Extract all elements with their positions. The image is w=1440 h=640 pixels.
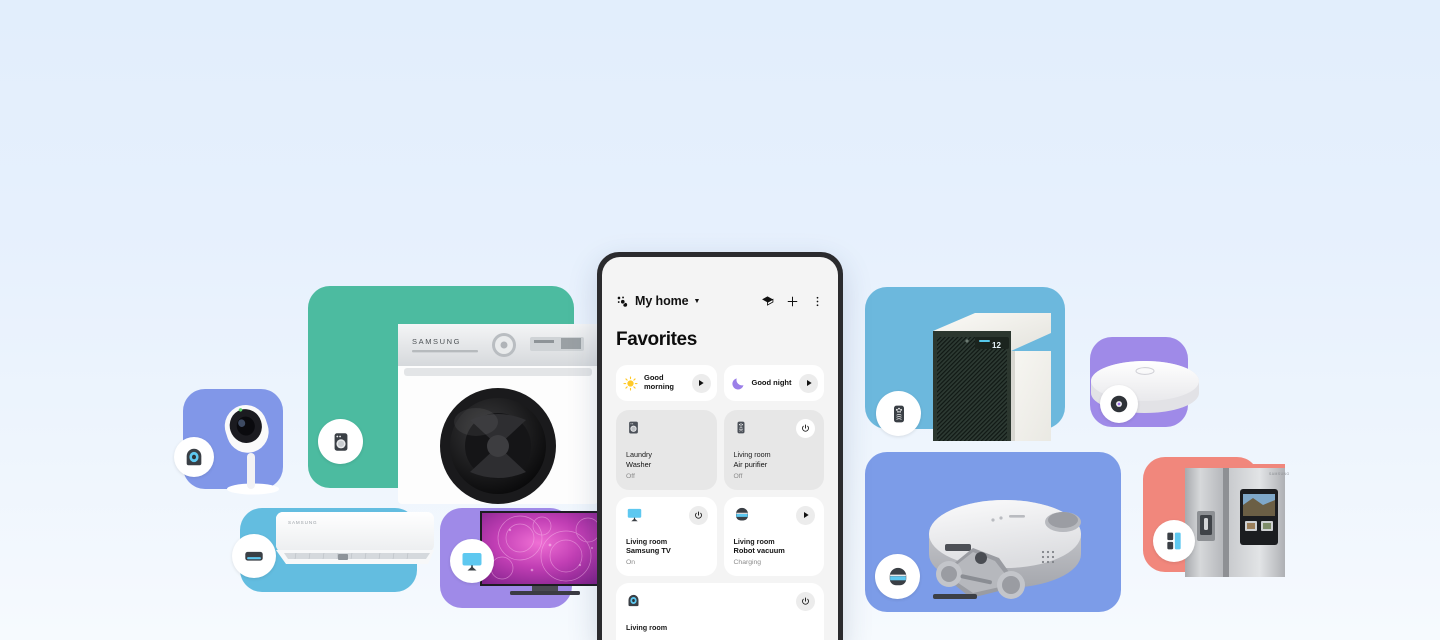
tile-badge-washer[interactable] [318,419,363,464]
product-tile-air-conditioner[interactable]: SAMSUNG [232,508,434,592]
power-icon [802,424,809,432]
device-room: Living room [733,536,775,546]
sun-icon [623,375,638,391]
svg-text:SAMSUNG: SAMSUNG [1269,472,1290,476]
device-card-robot-vacuum[interactable]: Living room Robot vacuum Charging [723,496,824,577]
product-tile-air-purifier[interactable]: 12 [865,287,1065,441]
device-card-air-purifier[interactable]: Living room Air purifier Off [723,410,824,490]
air-purifier-product-photo: 12 [933,313,1051,441]
scene-card-good-night[interactable]: Good night [723,365,824,401]
tile-badge-camera[interactable] [174,437,214,477]
camera-icon [626,592,815,614]
device-grid: Laundry Washer Off Living room Air purif… [602,401,838,640]
product-tile-washer[interactable]: SAMSUNG [308,286,598,504]
smartthings-logo-icon [616,295,629,308]
device-state: Off [733,472,743,480]
scene-label: Good morning [644,373,674,391]
device-room: Laundry [626,450,652,459]
air-purifier-icon [893,405,904,422]
device-room: Living room [626,536,668,546]
robot-vacuum-product-photo [929,500,1081,599]
tv-icon [462,553,482,571]
device-state: On [626,559,636,567]
washer-icon [334,432,347,451]
device-state: Charging [733,559,762,567]
device-name: Washer [626,459,652,469]
app-header: My home ▼ [602,257,838,315]
device-state: Off [626,472,635,480]
power-icon [802,597,809,606]
product-tile-camera[interactable] [174,389,283,495]
hub-icon [1110,395,1128,413]
device-room: Living room [733,450,771,459]
scenes-row: Good morning Good night [602,351,838,401]
device-name: Samsung TV [626,546,671,556]
refrigerator-icon [1167,532,1181,550]
washer-icon [626,419,708,441]
product-tile-hub[interactable] [1090,337,1199,427]
camera-product-photo [224,405,279,495]
camera-icon [186,448,202,466]
air-conditioner-icon [245,551,263,561]
plus-icon[interactable] [786,295,799,308]
chevron-down-icon[interactable]: ▼ [693,298,700,305]
device-name: Air purifier [733,459,768,469]
play-icon[interactable] [691,373,711,393]
section-title-favorites: Favorites [616,329,697,350]
moon-icon [731,376,746,391]
map-view-icon[interactable] [761,295,774,308]
svg-text:SAMSUNG: SAMSUNG [412,337,461,346]
power-button-samsung-tv[interactable] [688,505,708,525]
play-icon[interactable] [799,373,818,393]
phone-mockup: My home ▼ Favorites Good morning Good ni… [597,252,843,640]
power-icon [694,511,702,519]
scene-card-good-morning[interactable]: Good morning [616,365,717,401]
tile-badge-robot-vacuum[interactable] [875,554,920,599]
more-vertical-icon[interactable] [811,295,824,308]
tile-badge-air-conditioner[interactable] [232,534,276,578]
svg-text:SAMSUNG: SAMSUNG [288,520,318,525]
power-button-air-purifier[interactable] [796,419,815,438]
product-tile-refrigerator[interactable]: SAMSUNG [1143,457,1289,577]
tile-badge-hub[interactable] [1100,385,1138,423]
device-card-washer[interactable]: Laundry Washer Off [616,410,717,490]
device-name: Robot vacuum [733,546,785,556]
device-card-samsung-tv[interactable]: Living room Samsung TV On [616,496,717,577]
product-tile-tv[interactable] [440,508,610,608]
tile-badge-air-purifier[interactable] [876,391,921,436]
play-button-robot-vacuum[interactable] [796,505,815,525]
device-card-camera[interactable]: Living room [616,583,824,640]
tile-badge-tv[interactable] [450,539,494,583]
home-name-label[interactable]: My home [635,294,689,308]
scene-label: Good night [751,377,792,387]
svg-text:12: 12 [992,341,1001,350]
device-room: Living room [626,623,668,633]
product-tile-robot-vacuum[interactable] [865,452,1121,612]
tile-badge-refrigerator[interactable] [1153,520,1195,562]
play-icon [803,512,809,519]
scene-canvas: SAMSUNG SAMSUNG 12 SAMSUNG My home ▼ Fav… [0,0,1440,640]
refrigerator-product-photo: SAMSUNG [1185,464,1290,577]
phone-screen: My home ▼ Favorites Good morning Good ni… [602,257,838,640]
robot-vacuum-icon [889,567,906,585]
